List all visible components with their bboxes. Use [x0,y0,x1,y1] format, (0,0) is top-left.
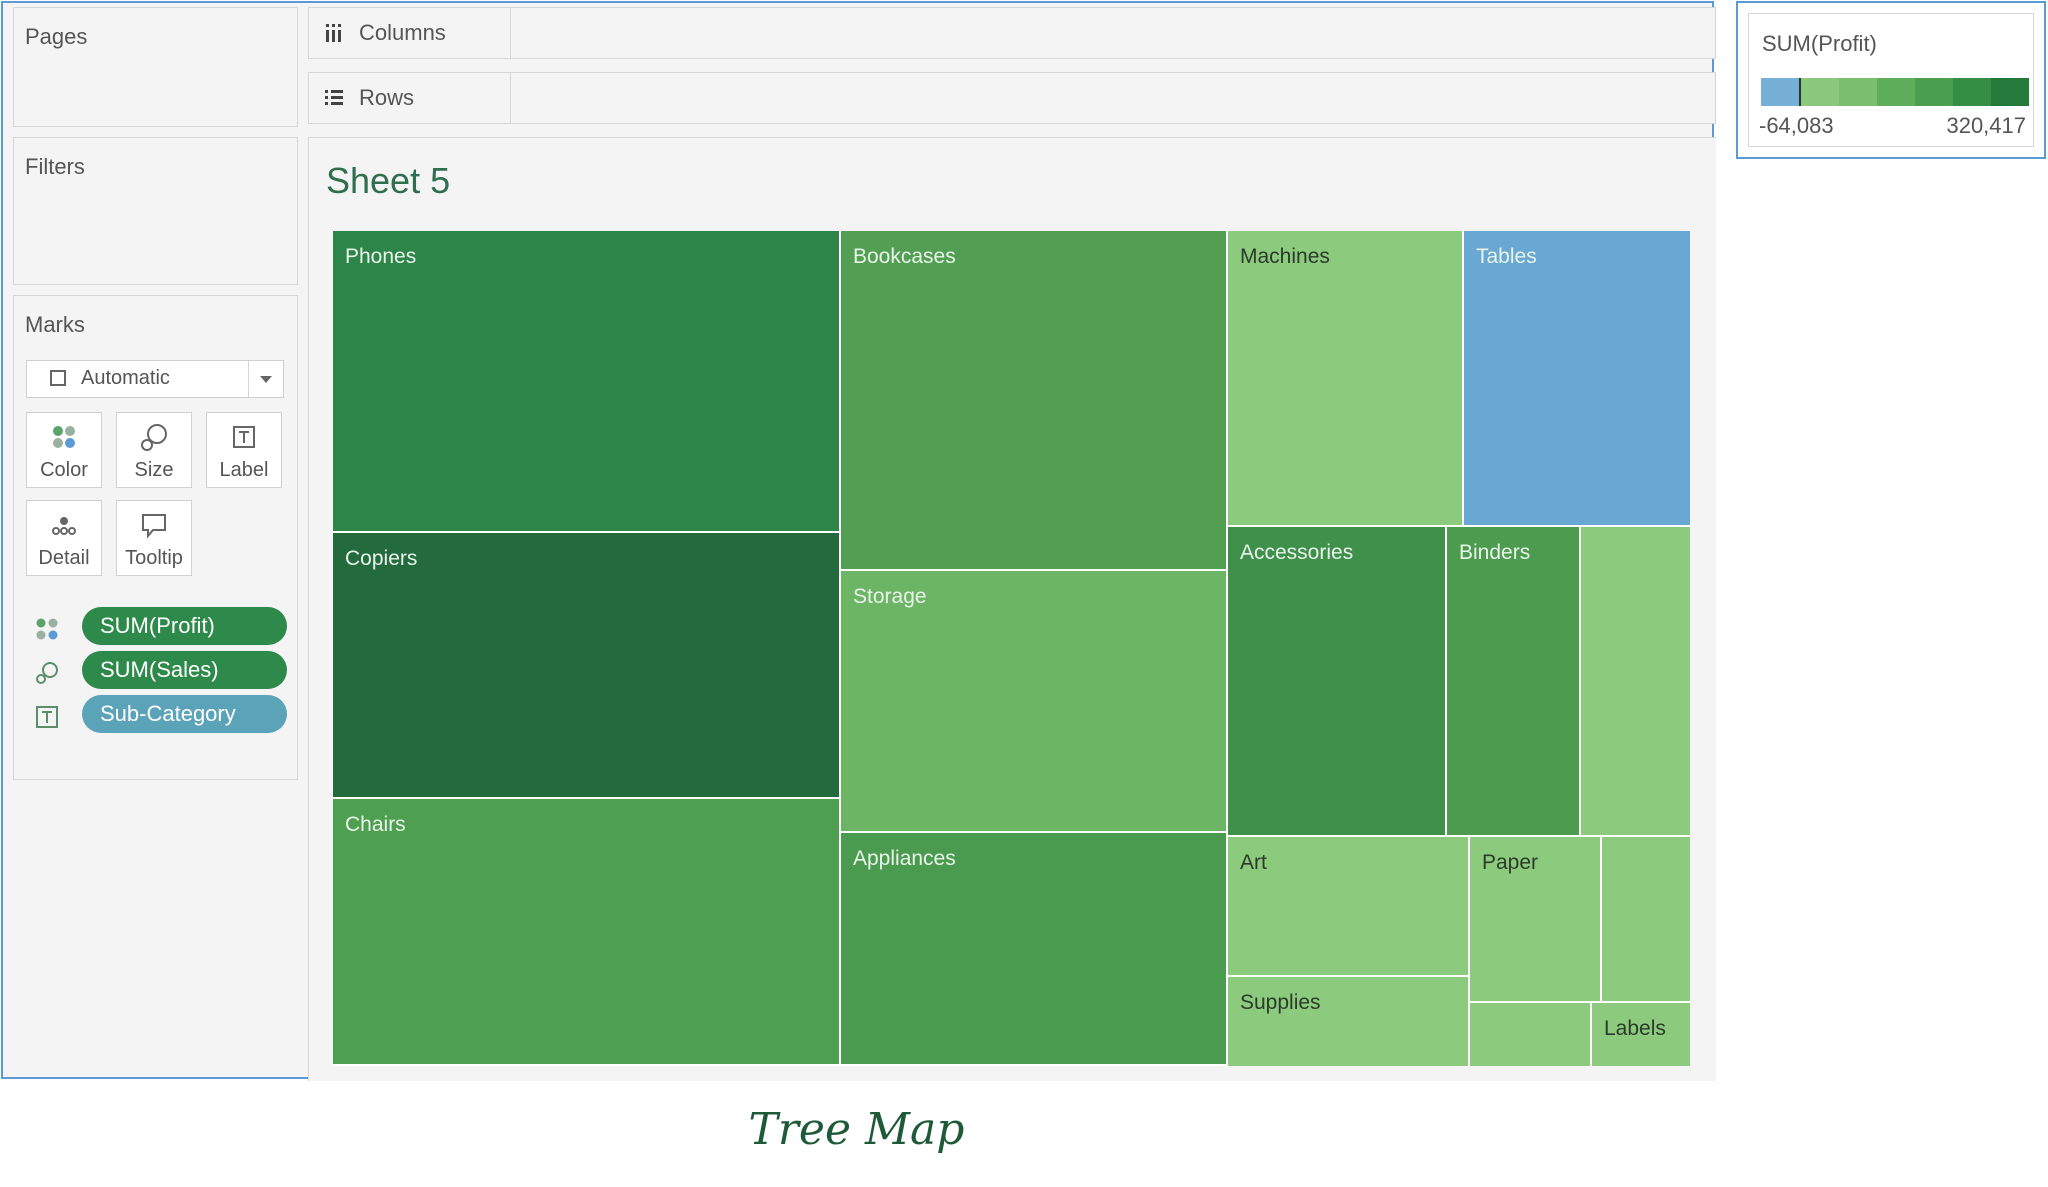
legend-max-value: 320,417 [1946,113,2026,138]
treemap-cell-accessories[interactable]: Accessories [1228,527,1447,837]
columns-label: Columns [359,20,446,45]
treemap-cell-copiers[interactable]: Copiers [333,533,841,799]
treemap-cell-bookcases[interactable]: Bookcases [841,231,1228,571]
rows-icon [325,90,343,105]
treemap-cell-art[interactable]: Art [1228,837,1470,977]
sheet-title: Sheet 5 [326,160,451,201]
treemap-cell-label: Machines [1240,245,1330,268]
rows-shelf[interactable]: Rows [308,72,1716,124]
treemap-cell-label: Art [1240,851,1267,874]
marks-card: Marks Automatic Color Size Label Detail … [13,295,298,780]
treemap-cell-label: Appliances [853,847,956,870]
treemap-cell-label: Accessories [1240,541,1354,564]
square-mark-icon [50,370,66,386]
color-button-label: Color [40,459,88,481]
legend-color-step [1991,78,2029,106]
columns-shelf[interactable]: Columns [308,7,1716,59]
sum-profit-pill[interactable]: SUM(Profit) [82,607,287,645]
color-dots-icon [27,421,101,453]
marks-title: Marks [25,312,85,337]
treemap-chart: Phones Copiers Chairs Bookcases Storage … [333,231,1690,1066]
treemap-cell-label: Storage [853,585,927,608]
treemap-cell-unlabeled[interactable] [1470,1003,1592,1066]
columns-icon [326,24,341,42]
sales-pill-row: SUM(Sales) [34,651,289,691]
treemap-cell-label: Supplies [1240,991,1321,1014]
treemap-cell-label: Copiers [345,547,418,570]
treemap-cell-machines[interactable]: Machines [1228,231,1464,527]
profit-pill-row: SUM(Profit) [34,607,289,647]
legend-color-step [1953,78,1991,106]
treemap-cell-paper[interactable]: Paper [1470,837,1602,1003]
legend-color-step [1915,78,1953,106]
legend-color-step [1839,78,1877,106]
pages-card[interactable]: Pages [13,7,298,127]
filters-title: Filters [25,154,85,179]
legend-color-step [1801,78,1839,106]
legend-title: SUM(Profit) [1762,31,1877,56]
tooltip-button[interactable]: Tooltip [116,500,192,576]
treemap-cell-unlabeled[interactable] [1581,527,1690,837]
treemap-cell-unlabeled[interactable] [1602,837,1690,1003]
sub-category-pill[interactable]: Sub-Category [82,695,287,733]
treemap-cell-label: Paper [1482,851,1539,874]
label-icon [207,421,281,453]
sum-sales-pill[interactable]: SUM(Sales) [82,651,287,689]
treemap-cell-binders[interactable]: Binders [1447,527,1581,837]
legend-color-ramp [1761,78,2029,106]
treemap-cell-chairs[interactable]: Chairs [333,799,841,1066]
filters-card[interactable]: Filters [13,137,298,285]
treemap-cell-phones[interactable]: Phones [333,231,841,533]
tooltip-button-label: Tooltip [125,547,183,569]
treemap-cell-label: Bookcases [853,245,956,268]
treemap-cell-storage[interactable]: Storage [841,571,1228,833]
treemap-cell-label: Tables [1476,245,1537,268]
treemap-cell-labels[interactable]: Labels [1592,1003,1690,1066]
label-button-label: Label [219,459,269,481]
treemap-cell-appliances[interactable]: Appliances [841,833,1228,1066]
treemap-cell-label: Labels [1604,1017,1666,1040]
treemap-cell-supplies[interactable]: Supplies [1228,977,1470,1066]
size-icon [117,421,191,453]
treemap-cell-label: Chairs [345,813,406,836]
subcategory-pill-row: Sub-Category [34,695,289,735]
label-icon [34,704,60,730]
figure-caption: Tree Map [748,1104,965,1155]
mark-type-label: Automatic [81,367,170,389]
rows-shelf-label: Rows [309,73,511,123]
dropdown-arrow-icon[interactable] [248,361,283,397]
tooltip-icon [117,509,191,541]
legend-color-step [1877,78,1915,106]
detail-button[interactable]: Detail [26,500,102,576]
detail-icon [27,509,101,541]
columns-shelf-label: Columns [309,8,511,58]
pages-title: Pages [25,24,88,49]
size-icon [34,660,60,686]
legend-color-step [1761,78,1801,106]
rows-label: Rows [359,85,415,110]
color-legend[interactable]: SUM(Profit) -64,083 320,417 [1736,1,2046,159]
color-dots-icon [34,616,60,642]
size-button-label: Size [134,459,174,481]
label-button[interactable]: Label [206,412,282,488]
treemap-cell-tables[interactable]: Tables [1464,231,1690,527]
size-button[interactable]: Size [116,412,192,488]
color-button[interactable]: Color [26,412,102,488]
treemap-cell-label: Phones [345,245,417,268]
legend-min-value: -64,083 [1759,113,1834,138]
treemap-cell-label: Binders [1459,541,1531,564]
detail-button-label: Detail [38,547,90,569]
mark-type-dropdown[interactable]: Automatic [26,360,284,398]
